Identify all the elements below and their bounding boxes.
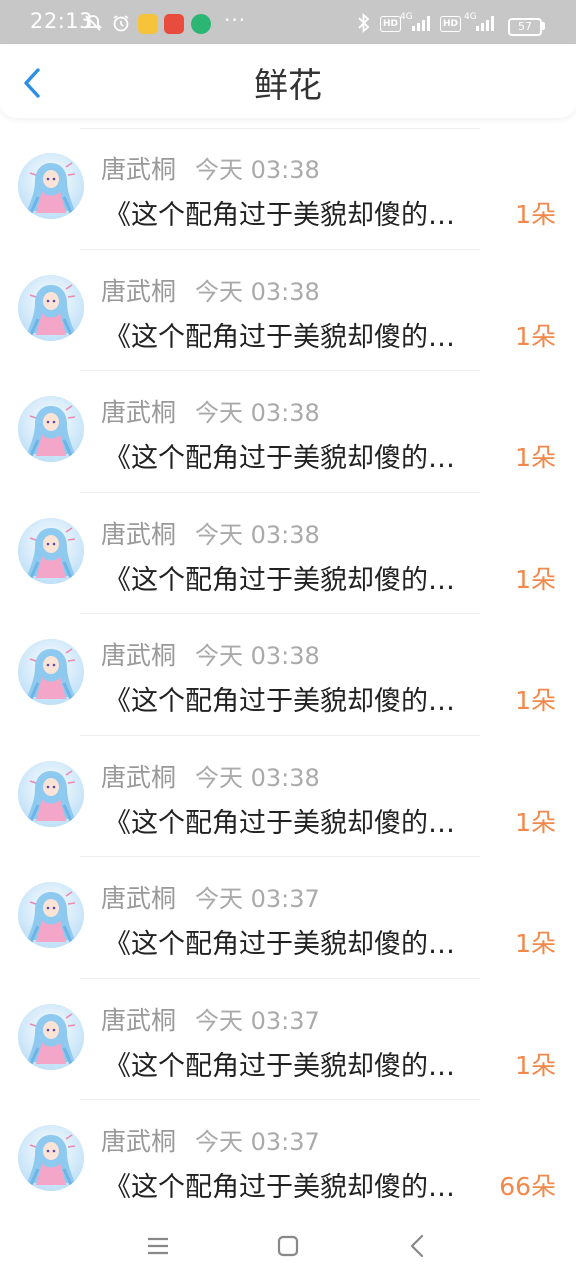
sender-name: 唐武桐 [101, 276, 177, 306]
flower-amount: 1朵 [515, 200, 556, 229]
anime-girl-avatar-icon [18, 396, 84, 462]
flower-amount: 1朵 [515, 807, 556, 837]
sender-name: 唐武桐 [101, 1005, 177, 1035]
book-title: 《这个配角过于美貌却傻的… [104, 443, 455, 474]
chat-app-icon [191, 14, 211, 34]
alarm-clock-icon [110, 12, 132, 34]
weibo-app-icon [138, 14, 158, 34]
book-title: 《这个配角过于美貌却傻的… [104, 807, 455, 839]
status-bar: 22:13 ··· HD 4G HD 4G 57 [0, 0, 576, 44]
avatar[interactable] [18, 1003, 84, 1070]
page-title: 鲜花 [254, 66, 322, 106]
avatar[interactable] [18, 760, 84, 827]
flower-amount: 1朵 [515, 564, 556, 594]
mute-bell-icon [82, 12, 104, 34]
flower-record-item[interactable]: 唐武桐 今天 03:38 《这个配角过于美貌却傻的… 1朵 [0, 128, 576, 250]
avatar[interactable] [18, 517, 84, 584]
book-title: 《这个配角过于美貌却傻的… [104, 686, 455, 717]
home-square-icon [277, 1235, 299, 1257]
flower-record-item[interactable]: 唐武桐 今天 03:37 《这个配角过于美貌却傻的… 1朵 [0, 979, 576, 1100]
back-triangle-icon [410, 1234, 424, 1258]
anime-girl-avatar-icon [18, 274, 84, 341]
book-title: 《这个配角过于美貌却傻的… [104, 1172, 455, 1203]
flower-record-item[interactable]: 唐武桐 今天 03:38 《这个配角过于美貌却傻的… 1朵 [0, 736, 576, 857]
sender-name: 唐武桐 [101, 762, 177, 792]
book-title: 《这个配角过于美貌却傻的… [104, 929, 455, 960]
sender-name: 唐武桐 [101, 884, 177, 913]
book-title: 《这个配角过于美貌却傻的… [104, 321, 455, 353]
avatar[interactable] [18, 1125, 84, 1191]
anime-girl-avatar-icon [18, 1003, 84, 1070]
anime-girl-avatar-icon [18, 1125, 84, 1191]
flower-record-item[interactable]: 唐武桐 今天 03:38 《这个配角过于美貌却傻的… 1朵 [0, 250, 576, 371]
sent-time: 今天 03:38 [195, 277, 320, 306]
flower-amount: 1朵 [515, 443, 556, 472]
sent-time: 今天 03:38 [195, 156, 320, 184]
anime-girl-avatar-icon [18, 882, 84, 948]
sent-time: 今天 03:37 [195, 1006, 320, 1035]
battery-level: 57 [508, 18, 542, 36]
book-title: 《这个配角过于美貌却傻的… [104, 200, 455, 231]
sent-time: 今天 03:38 [195, 763, 320, 792]
sender-name: 唐武桐 [101, 1127, 177, 1156]
flower-amount: 1朵 [515, 686, 556, 715]
sent-time: 今天 03:38 [195, 520, 320, 549]
nav-home-button[interactable] [272, 1230, 304, 1262]
avatar[interactable] [18, 274, 84, 341]
nav-menu-button[interactable] [142, 1230, 174, 1262]
sent-time: 今天 03:37 [195, 1128, 320, 1156]
hd-badge: HD [380, 16, 402, 32]
sender-name: 唐武桐 [101, 519, 177, 549]
more-notifications-icon: ··· [224, 8, 247, 32]
anime-girl-avatar-icon [18, 760, 84, 827]
sent-time: 今天 03:38 [195, 642, 320, 670]
bluetooth-icon [356, 12, 372, 34]
signal-icon [410, 12, 434, 34]
book-title: 《这个配角过于美貌却傻的… [104, 1050, 455, 1082]
flower-amount: 1朵 [515, 321, 556, 351]
anime-girl-avatar-icon [18, 153, 84, 219]
battery-icon [542, 22, 545, 30]
flower-amount: 66朵 [499, 1172, 556, 1201]
nav-back-button[interactable] [402, 1230, 434, 1262]
anime-girl-avatar-icon [18, 517, 84, 584]
system-nav-bar [0, 1212, 576, 1280]
avatar[interactable] [18, 639, 84, 705]
avatar[interactable] [18, 882, 84, 948]
flower-record-item[interactable]: 唐武桐 今天 03:38 《这个配角过于美貌却傻的… 1朵 [0, 371, 576, 493]
flower-record-item[interactable]: 唐武桐 今天 03:37 《这个配角过于美貌却傻的… 1朵 [0, 857, 576, 979]
screen: 22:13 ··· HD 4G HD 4G 57 鲜花 唐武桐 今天 03:38… [0, 0, 576, 1280]
sender-name: 唐武桐 [101, 398, 177, 427]
hd-badge-2: HD [440, 16, 462, 32]
menu-icon [148, 1237, 168, 1255]
flower-record-item[interactable]: 唐武桐 今天 03:37 《这个配角过于美貌却傻的… 66朵 [0, 1100, 576, 1222]
avatar[interactable] [18, 396, 84, 462]
flower-record-item[interactable]: 唐武桐 今天 03:38 《这个配角过于美貌却傻的… 1朵 [0, 493, 576, 614]
flower-record-list: 唐武桐 今天 03:38 《这个配角过于美貌却傻的… 1朵 唐武桐 今天 03:… [0, 128, 576, 1222]
flower-amount: 1朵 [515, 929, 556, 958]
sender-name: 唐武桐 [101, 641, 177, 670]
book-title: 《这个配角过于美貌却傻的… [104, 564, 455, 596]
anime-girl-avatar-icon [18, 639, 84, 705]
taobao-app-icon [164, 14, 184, 34]
sent-time: 今天 03:37 [195, 885, 320, 913]
flower-amount: 1朵 [515, 1050, 556, 1080]
sent-time: 今天 03:38 [195, 399, 320, 427]
signal-icon-2 [474, 12, 498, 34]
sender-name: 唐武桐 [101, 155, 177, 184]
flower-record-item[interactable]: 唐武桐 今天 03:38 《这个配角过于美貌却傻的… 1朵 [0, 614, 576, 736]
app-header: 鲜花 [0, 44, 576, 118]
avatar[interactable] [18, 153, 84, 219]
